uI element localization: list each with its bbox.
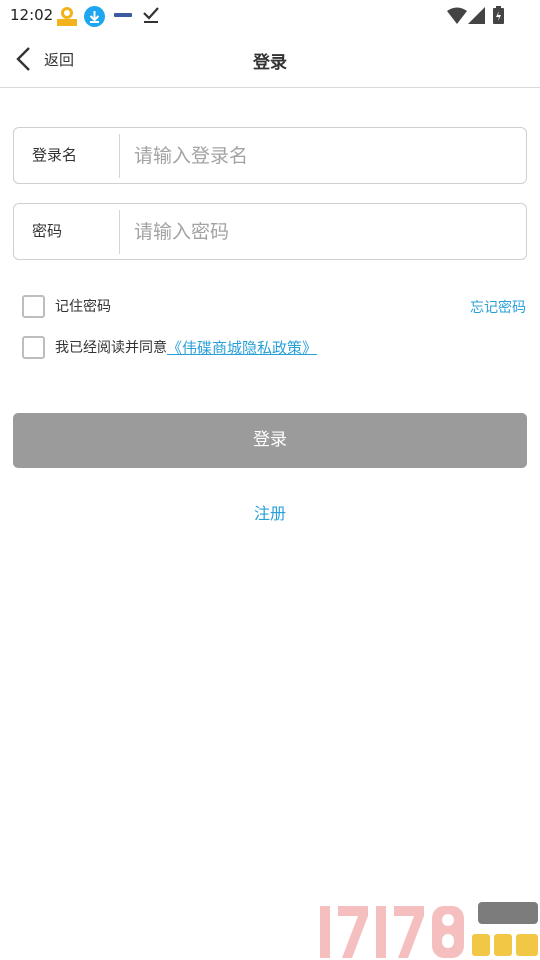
agree-row: 我已经阅读并同意 《伟碟商城隐私政策》 bbox=[22, 335, 317, 359]
login-button[interactable]: 登录 bbox=[13, 413, 527, 468]
password-label: 密码 bbox=[32, 222, 63, 240]
agree-label: 我已经阅读并同意 bbox=[55, 340, 167, 356]
agree-checkbox[interactable] bbox=[22, 335, 45, 359]
forgot-password-link[interactable]: 忘记密码 bbox=[470, 297, 526, 317]
check-icon bbox=[143, 7, 159, 23]
header: 返回 登录 bbox=[0, 32, 540, 88]
battery-icon bbox=[493, 6, 504, 24]
wifi-icon bbox=[447, 7, 467, 24]
password-input[interactable] bbox=[134, 204, 514, 259]
status-time: 12:02 bbox=[10, 6, 54, 24]
privacy-policy-link[interactable]: 《伟碟商城隐私政策》 bbox=[167, 337, 317, 358]
watermark-logo bbox=[320, 902, 538, 958]
signal-icon bbox=[468, 7, 485, 24]
username-label: 登录名 bbox=[32, 146, 78, 164]
download-icon bbox=[84, 6, 105, 27]
page-title: 登录 bbox=[253, 53, 287, 73]
password-field: 密码 bbox=[13, 203, 527, 260]
field-divider bbox=[119, 134, 120, 178]
username-input[interactable] bbox=[134, 128, 514, 183]
remember-label: 记住密码 bbox=[55, 299, 111, 315]
app-icon bbox=[57, 7, 77, 26]
remember-checkbox[interactable] bbox=[22, 294, 45, 318]
field-divider bbox=[119, 210, 120, 254]
remember-row: 记住密码 bbox=[22, 294, 111, 318]
username-field: 登录名 bbox=[13, 127, 527, 184]
notification-icon bbox=[114, 13, 132, 17]
status-bar: 12:02 bbox=[0, 0, 540, 32]
register-link[interactable]: 注册 bbox=[0, 500, 540, 524]
